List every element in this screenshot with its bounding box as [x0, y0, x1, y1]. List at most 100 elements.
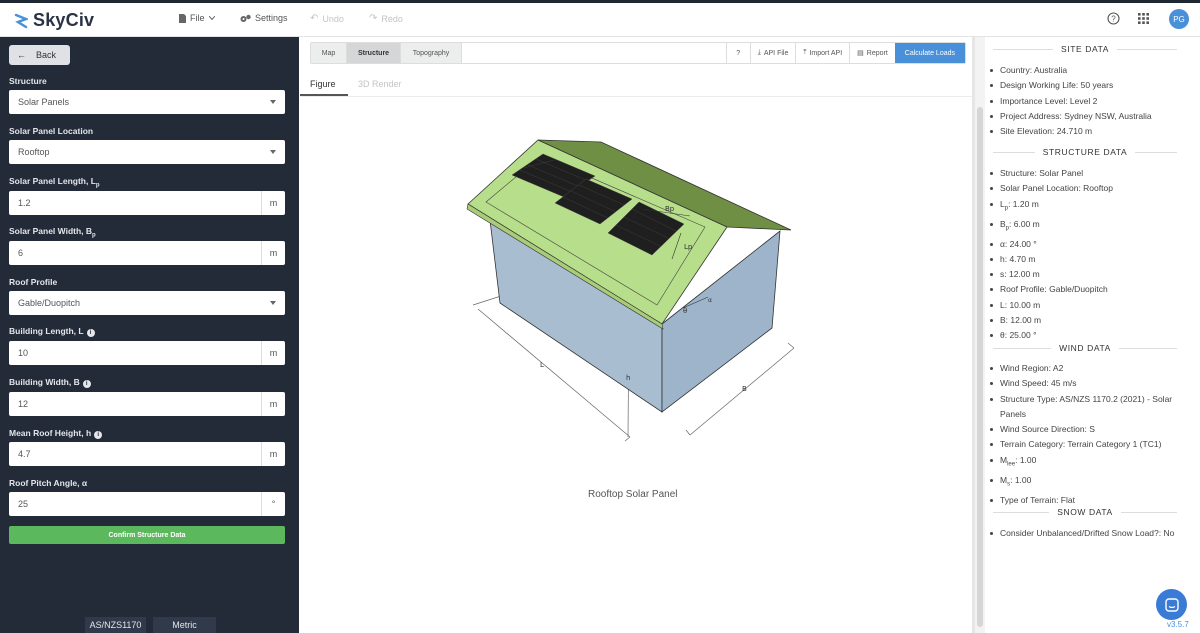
site-data-list: Country: Australia Design Working Life: … — [990, 63, 1190, 139]
chat-icon — [1164, 597, 1179, 612]
panel-length-label: Solar Panel Length, Lp — [9, 176, 100, 189]
bp-value: : 6.00 m — [1009, 218, 1040, 229]
roof-height-field: m — [9, 442, 285, 466]
mlee-sub: lee — [1007, 461, 1016, 468]
brand-name: SkyCiv — [33, 10, 95, 30]
back-label: Back — [36, 50, 57, 60]
list-item: Site Elevation: 24.710 m — [990, 124, 1190, 139]
list-item: Consider Unbalanced/Drifted Snow Load?: … — [990, 526, 1190, 541]
roof-height-input[interactable] — [9, 442, 261, 466]
roof-height-label: Mean Roof Height, hi — [9, 428, 103, 439]
help-button[interactable]: ? — [1107, 12, 1120, 25]
info-icon[interactable]: i — [94, 431, 103, 439]
undo-icon: ↶ — [310, 13, 319, 24]
list-item: Structure: Solar Panel — [990, 166, 1190, 181]
list-item: L: 10.00 m — [990, 298, 1190, 313]
user-avatar-button[interactable]: PG — [1169, 9, 1189, 29]
label-bp: Bp — [665, 205, 675, 213]
panel-width-label-sub: p — [92, 232, 96, 239]
roof-height-unit: m — [261, 442, 285, 466]
help-circle-icon: ? — [1107, 12, 1120, 25]
file-menu[interactable]: File — [179, 13, 215, 23]
building-length-input[interactable] — [9, 341, 261, 365]
redo-button[interactable]: ↷ Redo — [369, 13, 403, 24]
gears-icon — [240, 14, 251, 22]
snow-data-list: Consider Unbalanced/Drifted Snow Load?: … — [990, 526, 1190, 541]
panel-width-label: Solar Panel Width, Bp — [9, 226, 96, 239]
label-L: L — [540, 361, 544, 369]
settings-menu[interactable]: Settings — [240, 13, 288, 23]
dropdown-caret-icon — [270, 100, 276, 104]
list-item: Roof Profile: Gable/Duopitch — [990, 282, 1190, 297]
roof-height-label-text: Mean Roof Height, h — [9, 428, 92, 438]
wind-data-list: Wind Region: A2 Wind Speed: 45 m/s Struc… — [990, 361, 1190, 508]
chat-support-button[interactable] — [1156, 589, 1187, 620]
pitch-angle-input[interactable] — [9, 492, 261, 516]
roof-profile-select[interactable]: Gable/Duopitch — [9, 291, 285, 315]
panel-width-field: m — [9, 241, 285, 265]
structure-value: Solar Panels — [18, 97, 70, 107]
structure-label: Structure — [9, 76, 47, 86]
building-width-label-text: Building Width, B — [9, 377, 80, 387]
dropdown-caret-icon — [270, 150, 276, 154]
design-code-badge[interactable]: AS/NZS1170 — [85, 617, 146, 633]
units-badge[interactable]: Metric — [153, 617, 216, 633]
list-item: Wind Source Direction: S — [990, 422, 1190, 437]
list-item: Lp: 1.20 m — [990, 197, 1190, 217]
dropdown-caret-icon — [270, 301, 276, 305]
label-alpha: α — [708, 297, 712, 304]
list-item: Mlee: 1.00 — [990, 453, 1190, 473]
scrollbar-thumb[interactable] — [977, 107, 983, 627]
undo-label: Undo — [322, 13, 344, 24]
pitch-angle-label: Roof Pitch Angle, α — [9, 478, 88, 488]
file-menu-label: File — [190, 13, 205, 23]
structure-data-list: Structure: Solar Panel Solar Panel Locat… — [990, 166, 1190, 344]
panel-width-unit: m — [261, 241, 285, 265]
data-summary-panel: SITE DATA Country: Australia Design Work… — [985, 37, 1200, 633]
right-panel-scrollbar[interactable] — [975, 37, 985, 633]
list-item: Importance Level: Level 2 — [990, 94, 1190, 109]
panel-width-input[interactable] — [9, 241, 261, 265]
panel-length-input[interactable] — [9, 191, 261, 215]
label-h: h — [626, 374, 630, 382]
avatar: PG — [1169, 9, 1189, 29]
redo-label: Redo — [381, 13, 403, 24]
chevron-down-icon — [208, 16, 215, 20]
building-length-label: Building Length, Li — [9, 326, 95, 337]
list-item: Terrain Category: Terrain Category 1 (TC… — [990, 437, 1190, 452]
list-item: α: 24.00 ° — [990, 237, 1190, 252]
building-width-input[interactable] — [9, 392, 261, 416]
panel-length-label-text: Solar Panel Length, L — [9, 176, 96, 186]
location-select[interactable]: Rooftop — [9, 140, 285, 164]
building-figure: Bp Lp θ α L B h — [466, 139, 795, 442]
list-item: Structure Type: AS/NZS 1170.2 (2021) - S… — [990, 392, 1190, 423]
panel-length-label-sub: p — [95, 182, 100, 189]
apps-grid-button[interactable] — [1138, 13, 1149, 24]
roof-profile-label: Roof Profile — [9, 277, 58, 287]
svg-text:?: ? — [1111, 14, 1116, 23]
undo-button[interactable]: ↶ Undo — [310, 13, 344, 24]
pitch-angle-unit: ° — [261, 492, 285, 516]
structure-data-heading: STRUCTURE DATA — [985, 146, 1185, 158]
list-item: Project Address: Sydney NSW, Australia — [990, 109, 1190, 124]
skyciv-logo-icon — [14, 13, 28, 28]
panel-width-label-text: Solar Panel Width, B — [9, 226, 93, 236]
structure-select[interactable]: Solar Panels — [9, 90, 285, 114]
label-B: B — [742, 385, 747, 393]
ms-value: : 1.00 — [1010, 474, 1032, 485]
building-length-unit: m — [261, 341, 285, 365]
structure-sidebar: ← Back Structure Solar Panels Solar Pane… — [0, 37, 299, 633]
info-icon[interactable]: i — [86, 329, 95, 337]
arrow-left-icon: ← — [17, 50, 26, 60]
confirm-structure-button[interactable]: Confirm Structure Data — [9, 526, 285, 544]
skyciv-logo[interactable]: SkyCiv — [14, 10, 94, 31]
roof-profile-value: Gable/Duopitch — [18, 298, 81, 308]
panel-length-unit: m — [261, 191, 285, 215]
info-icon[interactable]: i — [82, 380, 91, 388]
list-item: Wind Region: A2 — [990, 361, 1190, 376]
lp-value: : 1.20 m — [1008, 198, 1039, 209]
building-width-unit: m — [261, 392, 285, 416]
settings-label: Settings — [255, 13, 288, 23]
panel-length-field: m — [9, 191, 285, 215]
back-button[interactable]: ← Back — [9, 45, 70, 65]
